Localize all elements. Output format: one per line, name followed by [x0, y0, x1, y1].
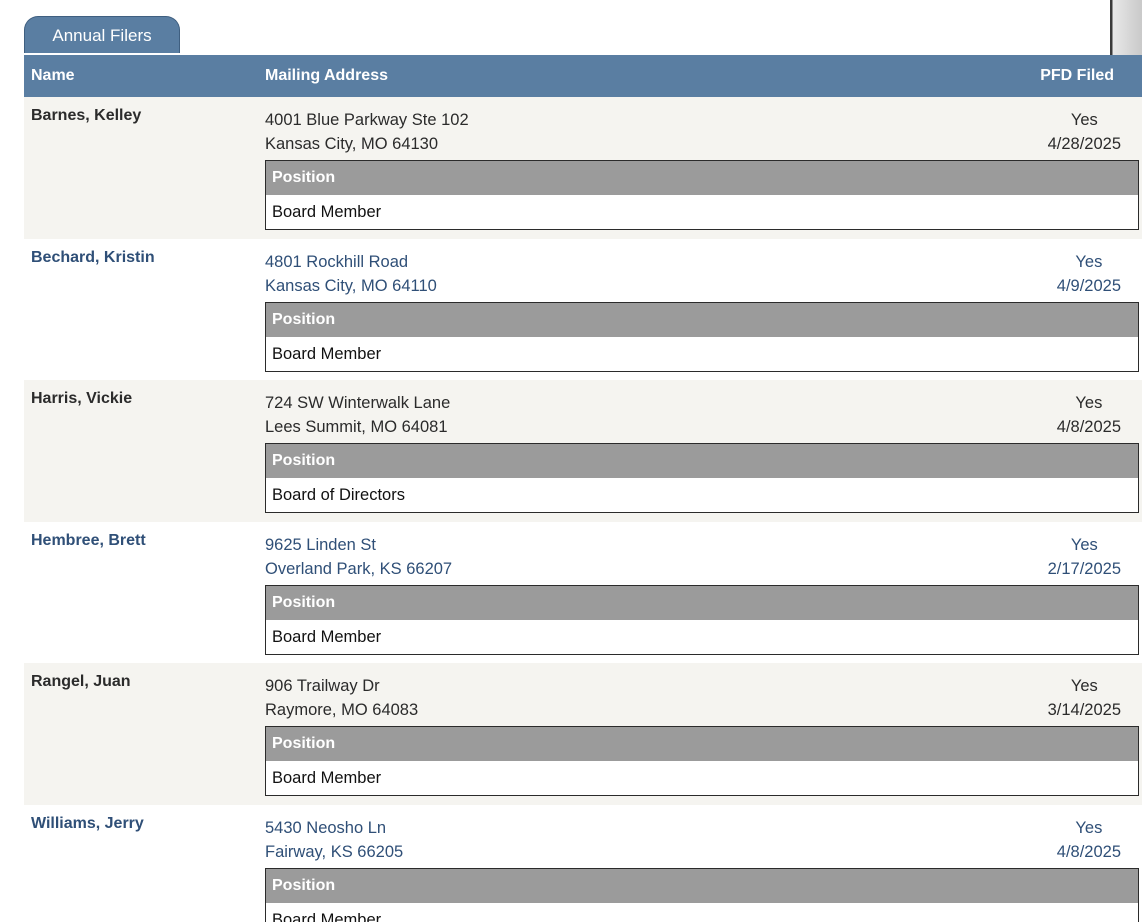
- table-row[interactable]: Harris, Vickie 724 SW Winterwalk Lane Le…: [24, 380, 1142, 522]
- pfd-filed: Yes 4/28/2025: [1048, 108, 1121, 156]
- table-row[interactable]: Barnes, Kelley 4001 Blue Parkway Ste 102…: [24, 97, 1142, 239]
- filer-name: Rangel, Juan: [31, 673, 131, 690]
- filer-name: Bechard, Kristin: [31, 248, 155, 266]
- pfd-status: Yes: [1070, 111, 1098, 129]
- position-table: Position Board Member: [265, 160, 1139, 230]
- address-line-2: Kansas City, MO 64130: [265, 135, 439, 153]
- position-value: Board of Directors: [272, 486, 405, 504]
- pfd-status: Yes: [1075, 252, 1103, 271]
- table-row[interactable]: Williams, Jerry 5430 Neosho Ln Fairway, …: [24, 804, 1142, 922]
- address-line-2: Overland Park, KS 66207: [265, 559, 453, 578]
- tab-annual-filers[interactable]: Annual Filers: [24, 16, 180, 53]
- annual-filers-page: Annual Filers Name Mailing Address PFD F…: [0, 0, 1142, 922]
- position-header: Position: [266, 868, 1138, 903]
- pfd-date: 4/9/2025: [1056, 276, 1121, 295]
- scrollbar[interactable]: [1110, 0, 1142, 55]
- pfd-date: 2/17/2025: [1047, 559, 1121, 578]
- position-header: Position: [266, 727, 1138, 761]
- filer-name: Barnes, Kelley: [31, 107, 142, 124]
- pfd-date: 4/28/2025: [1047, 135, 1121, 153]
- pfd-filed: Yes 3/14/2025: [1048, 674, 1121, 722]
- address-line-2: Fairway, KS 66205: [265, 842, 404, 861]
- position-header: Position: [266, 302, 1138, 337]
- position-value: Board Member: [272, 627, 382, 646]
- address-line-1: 4001 Blue Parkway Ste 102: [265, 111, 469, 129]
- column-header-name: Name: [31, 67, 75, 84]
- column-header-address: Mailing Address: [265, 67, 388, 84]
- address-line-2: Raymore, MO 64083: [265, 701, 419, 719]
- pfd-filed: Yes 4/8/2025: [1057, 816, 1121, 864]
- pfd-status: Yes: [1070, 535, 1098, 554]
- table-row[interactable]: Hembree, Brett 9625 Linden St Overland P…: [24, 521, 1142, 663]
- position-table: Position Board Member: [265, 867, 1139, 922]
- position-value: Board Member: [272, 769, 382, 787]
- mailing-address: 5430 Neosho Ln Fairway, KS 66205: [265, 816, 403, 864]
- mailing-address: 724 SW Winterwalk Lane Lees Summit, MO 6…: [265, 391, 450, 439]
- pfd-date: 3/14/2025: [1047, 701, 1121, 719]
- address-line-1: 5430 Neosho Ln: [265, 818, 387, 837]
- pfd-date: 4/8/2025: [1056, 842, 1121, 861]
- pfd-filed: Yes 2/17/2025: [1048, 533, 1121, 581]
- position-header: Position: [266, 444, 1138, 478]
- address-line-1: 4801 Rockhill Road: [265, 252, 409, 271]
- address-line-2: Kansas City, MO 64110: [265, 276, 437, 295]
- position-header: Position: [266, 585, 1138, 620]
- position-header: Position: [266, 161, 1138, 195]
- column-header-pfd-filed: PFD Filed: [1040, 67, 1114, 84]
- address-line-1: 906 Trailway Dr: [265, 677, 380, 695]
- table-header: Name Mailing Address PFD Filed: [24, 55, 1142, 97]
- position-value: Board Member: [272, 344, 382, 363]
- position-table: Position Board of Directors: [265, 443, 1139, 513]
- mailing-address: 4801 Rockhill Road Kansas City, MO 64110: [265, 250, 437, 298]
- filer-name: Williams, Jerry: [31, 814, 144, 832]
- mailing-address: 9625 Linden St Overland Park, KS 66207: [265, 533, 452, 581]
- mailing-address: 4001 Blue Parkway Ste 102 Kansas City, M…: [265, 108, 469, 156]
- filers-table: Name Mailing Address PFD Filed Barnes, K…: [24, 55, 1142, 922]
- filer-name: Harris, Vickie: [31, 390, 133, 407]
- pfd-status: Yes: [1070, 677, 1098, 695]
- pfd-filed: Yes 4/8/2025: [1057, 391, 1121, 439]
- position-value: Board Member: [272, 203, 382, 221]
- address-line-1: 9625 Linden St: [265, 535, 377, 554]
- position-table: Position Board Member: [265, 726, 1139, 796]
- pfd-filed: Yes 4/9/2025: [1057, 250, 1121, 298]
- pfd-status: Yes: [1075, 394, 1103, 412]
- position-value: Board Member: [272, 910, 382, 922]
- table-row[interactable]: Bechard, Kristin 4801 Rockhill Road Kans…: [24, 238, 1142, 380]
- pfd-date: 4/8/2025: [1056, 418, 1121, 436]
- filer-name: Hembree, Brett: [31, 531, 146, 549]
- address-line-2: Lees Summit, MO 64081: [265, 418, 448, 436]
- table-row[interactable]: Rangel, Juan 906 Trailway Dr Raymore, MO…: [24, 663, 1142, 805]
- mailing-address: 906 Trailway Dr Raymore, MO 64083: [265, 674, 418, 722]
- position-table: Position Board Member: [265, 584, 1139, 655]
- position-table: Position Board Member: [265, 301, 1139, 372]
- pfd-status: Yes: [1075, 818, 1103, 837]
- address-line-1: 724 SW Winterwalk Lane: [265, 394, 451, 412]
